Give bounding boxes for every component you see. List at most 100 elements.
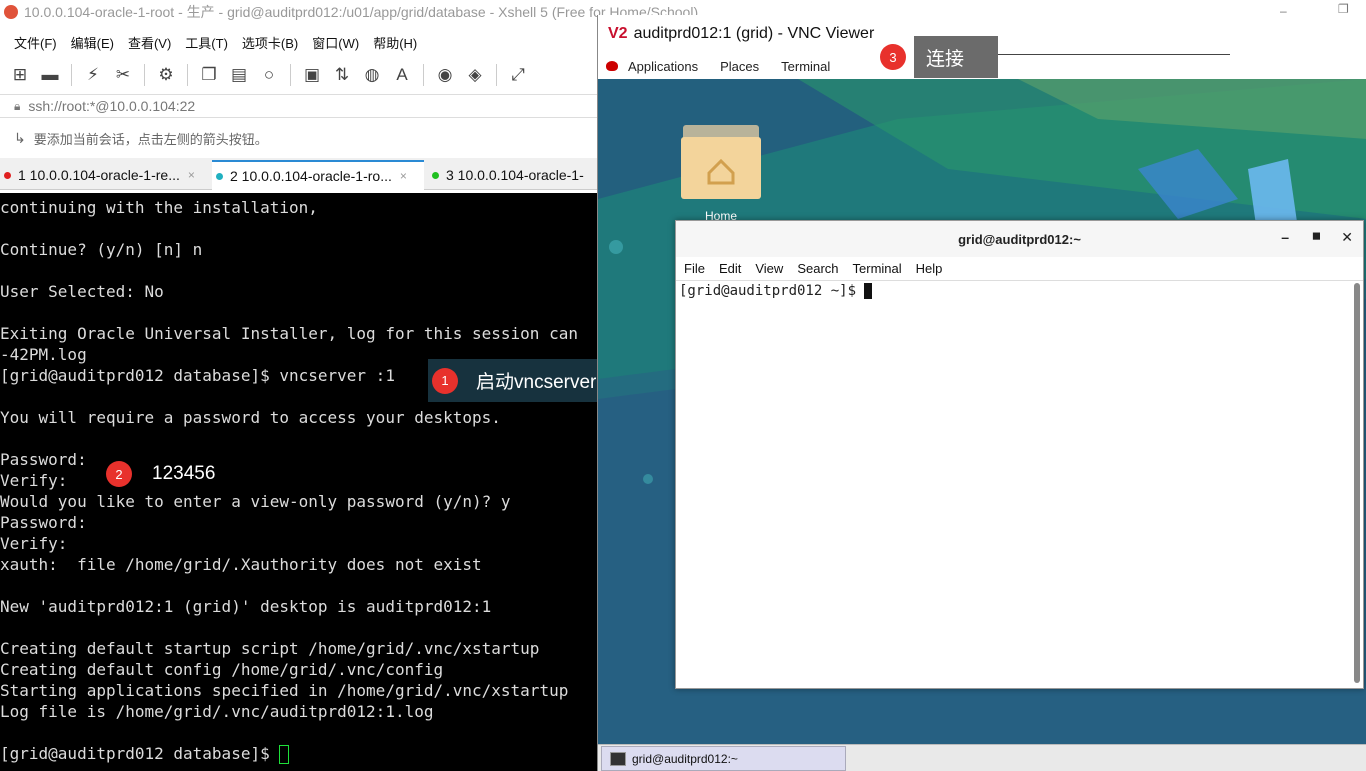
terminal-line: Continue? (y/n) [n] n	[0, 240, 203, 259]
close-icon[interactable]: ×	[400, 169, 407, 183]
gnome-terminal-menubar: File Edit View Search Terminal Help	[676, 257, 1363, 281]
gnome-terminal-body[interactable]: [grid@auditprd012 ~]$	[676, 281, 1363, 301]
close-icon[interactable]: ×	[188, 168, 195, 182]
menu-search[interactable]: Search	[797, 261, 838, 276]
xshell-logo-icon	[4, 5, 18, 19]
menu-tools[interactable]: 工具(T)	[185, 33, 228, 52]
tab-session-2[interactable]: 2 10.0.0.104-oracle-1-ro... ×	[212, 160, 424, 190]
vnc-desktop: Home grid@auditprd012:~ – ◼ ✕ File Edit …	[598, 79, 1366, 744]
taskbar-item-label: grid@auditprd012:~	[632, 751, 738, 766]
annotation-text: 123456	[152, 463, 216, 484]
menu-view[interactable]: 查看(V)	[128, 33, 171, 52]
tab-label: 2 10.0.0.104-oracle-1-ro...	[230, 168, 392, 184]
terminal-line: Starting applications specified in /home…	[0, 681, 569, 700]
lock-icon: 🔒︎	[14, 98, 21, 113]
minimize-icon[interactable]: –	[1281, 229, 1289, 245]
xshell-toolbar: ⊞ ▬ ⚡ ✂ ⚙ ❐ ▤ ○ ▣ ⇅ ◍ A ◉ ◈ ⤢	[0, 58, 600, 92]
new-session-icon[interactable]: ⊞	[8, 64, 32, 86]
tab-label: 3 10.0.0.104-oracle-1-	[446, 167, 584, 183]
menu-terminal[interactable]: Terminal	[853, 261, 902, 276]
tab-session-1[interactable]: 1 10.0.0.104-oracle-1-re... ×	[0, 160, 210, 190]
terminal-line: You will require a password to access yo…	[0, 408, 501, 427]
terminal-icon	[610, 751, 626, 766]
gnome-terminal-title: grid@auditprd012:~	[958, 231, 1081, 247]
minimize-icon[interactable]: –	[1280, 4, 1287, 18]
terminal-line: Verify:	[0, 471, 68, 490]
tab-label: 1 10.0.0.104-oracle-1-re...	[18, 167, 180, 183]
annotation-2: 2 123456	[106, 460, 215, 488]
toolbar-divider	[187, 64, 188, 86]
menu-window[interactable]: 窗口(W)	[312, 33, 359, 52]
terminal-line: Creating default config /home/grid/.vnc/…	[0, 660, 444, 679]
annotation-line	[998, 54, 1230, 55]
gnome-terminal-window: grid@auditprd012:~ – ◼ ✕ File Edit View …	[675, 220, 1364, 689]
font-icon[interactable]: A	[390, 64, 414, 86]
tab-session-3[interactable]: 3 10.0.0.104-oracle-1-	[428, 160, 598, 190]
terminal-line: Password:	[0, 513, 87, 532]
vnc-logo-icon: V2	[608, 25, 628, 42]
terminal-cursor	[864, 283, 873, 299]
open-folder-icon[interactable]: ▬	[38, 64, 62, 86]
connect-icon[interactable]: ⚡	[81, 64, 105, 86]
status-dot-icon	[216, 172, 223, 180]
terminal-line: Exiting Oracle Universal Installer, log …	[0, 324, 578, 343]
gnome-terminal-titlebar: grid@auditprd012:~ – ◼ ✕	[676, 221, 1363, 257]
terminal-line: Would you like to enter a view-only pass…	[0, 492, 511, 511]
xftp-icon[interactable]: ◉	[433, 64, 457, 86]
menu-edit[interactable]: 编辑(E)	[71, 33, 114, 52]
annotation-text: 连接	[914, 36, 998, 78]
address-bar[interactable]: 🔒︎ ssh://root:*@10.0.0.104:22	[0, 94, 600, 118]
taskbar-terminal-item[interactable]: grid@auditprd012:~	[601, 746, 846, 771]
terminal-line: Log file is /home/grid/.vnc/auditprd012:…	[0, 702, 434, 721]
find-icon[interactable]: ○	[257, 64, 281, 86]
globe-icon[interactable]: ◍	[360, 64, 384, 86]
session-hint-text: 要添加当前会话，点击左侧的箭头按钮。	[33, 131, 268, 147]
home-folder-icon[interactable]	[681, 121, 761, 201]
menu-help[interactable]: Help	[916, 261, 943, 276]
copy-icon[interactable]: ❐	[197, 64, 221, 86]
scrollbar[interactable]	[1354, 283, 1360, 683]
add-session-arrow-icon[interactable]: ↳	[14, 130, 26, 147]
annotation-badge: 2	[106, 461, 132, 487]
menu-help[interactable]: 帮助(H)	[373, 33, 417, 52]
terminal-line: continuing with the installation,	[0, 198, 318, 217]
disconnect-icon[interactable]: ✂	[111, 64, 135, 86]
session-hint-bar: ↳ 要添加当前会话，点击左侧的箭头按钮。	[0, 124, 600, 152]
panel-applications[interactable]: Applications	[628, 59, 698, 74]
menu-file[interactable]: File	[684, 261, 705, 276]
annotation-1: 1 启动vncserver	[428, 359, 621, 402]
transfer-icon[interactable]: ⇅	[330, 64, 354, 86]
xshell-menubar: 文件(F) 编辑(E) 查看(V) 工具(T) 选项卡(B) 窗口(W) 帮助(…	[0, 30, 600, 54]
fullscreen-icon[interactable]: ⤢	[506, 64, 530, 86]
session-tabs: 1 10.0.0.104-oracle-1-re... × 2 10.0.0.1…	[0, 158, 600, 190]
redhat-icon[interactable]	[606, 61, 618, 71]
vnc-taskbar: grid@auditprd012:~	[598, 744, 1366, 771]
annotation-badge: 1	[432, 367, 458, 394]
close-icon[interactable]: ✕	[1341, 229, 1353, 246]
panel-places[interactable]: Places	[720, 59, 759, 74]
menu-file[interactable]: 文件(F)	[14, 33, 57, 52]
xshell-terminal[interactable]: continuing with the installation, Continu…	[0, 193, 597, 771]
maximize-icon[interactable]: ◼	[1312, 229, 1321, 242]
properties-icon[interactable]: ⚙	[154, 64, 178, 86]
status-dot-icon	[432, 171, 439, 179]
annotation-badge: 3	[880, 44, 906, 70]
menu-view[interactable]: View	[755, 261, 783, 276]
maximize-icon[interactable]: ❐	[1338, 2, 1349, 16]
terminal-line: User Selected: No	[0, 282, 164, 301]
status-dot-icon	[4, 171, 11, 179]
menu-edit[interactable]: Edit	[719, 261, 741, 276]
paste-icon[interactable]: ▤	[227, 64, 251, 86]
print-icon[interactable]: ▣	[300, 64, 324, 86]
panel-terminal[interactable]: Terminal	[781, 59, 830, 74]
script-icon[interactable]: ◈	[463, 64, 487, 86]
menu-tabs[interactable]: 选项卡(B)	[242, 33, 298, 52]
toolbar-divider	[496, 64, 497, 86]
terminal-line: Verify:	[0, 534, 68, 553]
